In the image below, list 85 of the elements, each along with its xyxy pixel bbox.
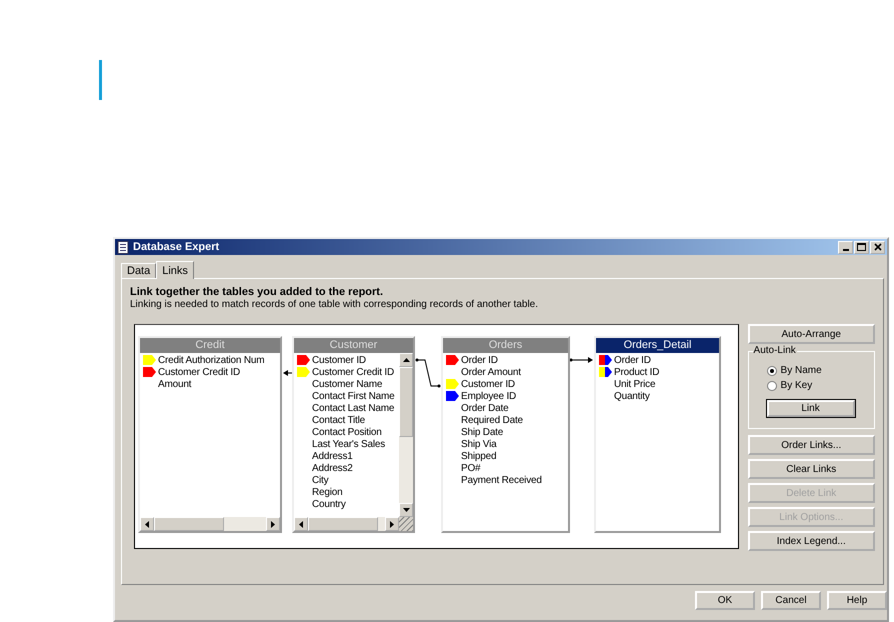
field-item[interactable]: Customer ID xyxy=(294,354,399,366)
key-tag-icon xyxy=(446,355,460,365)
field-item[interactable]: Shipped xyxy=(443,450,568,462)
key-tag-icon xyxy=(297,367,311,377)
link-arrow xyxy=(570,357,593,363)
field-item[interactable]: Customer Name xyxy=(294,378,399,390)
maximize-icon xyxy=(857,243,866,251)
field-item[interactable]: Customer Credit ID xyxy=(140,366,280,378)
field-item[interactable]: Contact First Name xyxy=(294,390,399,402)
scroll-up-icon[interactable] xyxy=(399,353,413,367)
field-item[interactable]: Contact Title xyxy=(294,414,399,426)
scroll-thumb[interactable] xyxy=(308,517,378,531)
document-icon xyxy=(117,240,130,254)
minimize-button[interactable] xyxy=(838,240,853,254)
dialog-button[interactable]: OK xyxy=(695,591,755,610)
table-box[interactable]: Orders Order ID Order Amount Customer ID Employee ID Order Date Required Date Ship Date Ship Via Shipped PO# Payment Received xyxy=(441,336,570,533)
table-title[interactable]: Orders_Detail xyxy=(596,338,719,353)
scroll-down-icon[interactable] xyxy=(399,503,413,517)
scroll-right-icon[interactable] xyxy=(266,517,280,531)
close-icon xyxy=(874,243,882,251)
field-item[interactable]: Order Amount xyxy=(443,366,568,378)
field-item[interactable]: Quantity xyxy=(596,390,719,402)
action-button[interactable]: Clear Links xyxy=(748,459,875,479)
key-tag-icon xyxy=(143,355,157,365)
instruction-text: Linking is needed to match records of one table with corresponding records of another table. xyxy=(130,299,540,310)
key-tag-icon xyxy=(297,355,311,365)
auto-arrange-button[interactable]: Auto-Arrange xyxy=(748,324,875,344)
field-item[interactable]: Credit Authorization Num xyxy=(140,354,280,366)
field-item[interactable]: PO# xyxy=(443,462,568,474)
radio-button[interactable] xyxy=(766,366,777,376)
table-box[interactable]: Orders_Detail Order ID Product ID Unit Price Quantity xyxy=(594,336,721,533)
key-tag-icon xyxy=(446,391,460,401)
instruction-heading: Link together the tables you added to the report. xyxy=(130,286,384,298)
field-item[interactable]: Country xyxy=(294,498,399,510)
radio-option[interactable]: By Key xyxy=(766,379,860,392)
link-button[interactable]: Link xyxy=(766,400,855,417)
dialog-button[interactable]: Help xyxy=(827,591,887,610)
maximize-button[interactable] xyxy=(854,240,869,254)
table-box[interactable]: Credit Credit Authorization Num Customer Credit ID Amount xyxy=(138,336,282,533)
action-button[interactable]: Index Legend... xyxy=(748,531,875,551)
field-item[interactable]: Address2 xyxy=(294,462,399,474)
field-item[interactable]: Order ID xyxy=(596,354,719,366)
field-item[interactable]: Order ID xyxy=(443,354,568,366)
action-button[interactable]: Order Links... xyxy=(748,435,875,455)
field-item[interactable]: Address1 xyxy=(294,450,399,462)
field-item[interactable]: Ship Date xyxy=(443,426,568,438)
field-item[interactable]: Employee ID xyxy=(443,390,568,402)
field-item[interactable]: Required Date xyxy=(443,414,568,426)
scroll-left-icon[interactable] xyxy=(140,517,154,531)
scroll-right-icon[interactable] xyxy=(385,517,399,531)
horizontal-scrollbar[interactable] xyxy=(294,517,413,531)
horizontal-scrollbar[interactable] xyxy=(140,517,280,531)
field-item[interactable]: Payment Received xyxy=(443,474,568,486)
scroll-left-icon[interactable] xyxy=(294,517,308,531)
key-tag-icon xyxy=(143,367,157,377)
field-item[interactable]: Contact Last Name xyxy=(294,402,399,414)
field-item[interactable]: Contact Position xyxy=(294,426,399,438)
group-label: Auto-Link xyxy=(752,345,797,356)
dialog-button[interactable]: Cancel xyxy=(761,591,821,610)
table-box[interactable]: Customer Customer ID Customer Credit ID Customer Name Contact First Name Contact Last Name Contact Title Contact Position Last Year's Sales Address1 Address2 City Region Country xyxy=(292,336,415,533)
tab[interactable]: Links xyxy=(156,261,194,279)
resize-grip-icon[interactable] xyxy=(399,517,413,531)
field-item[interactable]: Amount xyxy=(140,378,280,390)
vertical-scrollbar[interactable] xyxy=(399,353,413,517)
key-tag-icon xyxy=(599,355,613,365)
accent-bar xyxy=(99,60,102,100)
tab[interactable]: Data xyxy=(121,263,156,278)
radio-option[interactable]: By Name xyxy=(766,364,860,377)
window-title: Database Expert xyxy=(133,241,220,253)
radio-button[interactable] xyxy=(766,380,777,390)
field-item[interactable]: Ship Via xyxy=(443,438,568,450)
scroll-thumb[interactable] xyxy=(399,367,413,437)
key-tag-icon xyxy=(599,367,613,377)
field-item[interactable]: Customer Credit ID xyxy=(294,366,399,378)
field-item[interactable]: Unit Price xyxy=(596,378,719,390)
key-tag-icon xyxy=(446,379,460,389)
field-item[interactable]: Product ID xyxy=(596,366,719,378)
field-item[interactable]: Order Date xyxy=(443,402,568,414)
field-item[interactable]: Region xyxy=(294,486,399,498)
link-line xyxy=(416,358,440,388)
field-item[interactable]: Last Year's Sales xyxy=(294,438,399,450)
field-item[interactable]: Customer ID xyxy=(443,378,568,390)
field-item[interactable]: City xyxy=(294,474,399,486)
close-button[interactable] xyxy=(870,240,885,254)
scroll-thumb[interactable] xyxy=(154,517,224,531)
